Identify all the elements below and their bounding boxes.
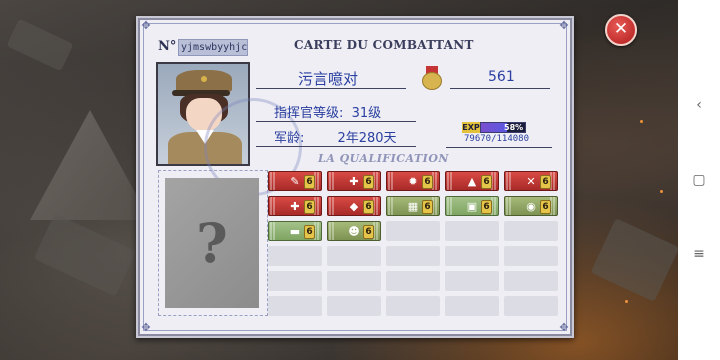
badge-count: 6 — [363, 225, 374, 239]
ember-decoration — [625, 300, 628, 303]
soldier-icon: ☻ — [348, 225, 360, 238]
empty-badge-slot — [504, 221, 558, 241]
corner-ornament-icon: ✥ — [141, 321, 151, 334]
underline — [446, 147, 552, 148]
badge-count: 6 — [422, 175, 433, 189]
menu-icon[interactable]: ≡ — [691, 246, 707, 262]
empty-badge-slot — [386, 296, 440, 316]
close-icon: ✕ — [613, 19, 629, 39]
ember-decoration — [640, 120, 643, 123]
map-icon: ▦ — [407, 200, 419, 213]
empty-badge-slot — [327, 296, 381, 316]
empty-badge-slot — [504, 296, 558, 316]
medal-icon — [422, 66, 442, 90]
exp-numbers: 79670/114080 — [464, 134, 530, 144]
empty-badge-slot — [327, 246, 381, 266]
commander-name: 污言噫对 — [298, 70, 359, 88]
tank-icon: ▬ — [289, 225, 301, 238]
honor-value: 561 — [488, 69, 515, 85]
close-button[interactable]: ✕ — [605, 14, 637, 46]
underline — [256, 121, 416, 122]
qualification-badge[interactable]: ✹ 6 — [386, 171, 440, 191]
badge-count: 6 — [540, 200, 551, 214]
badge-count: 6 — [481, 200, 492, 214]
badge-count: 6 — [363, 200, 374, 214]
ember-decoration — [660, 190, 663, 193]
qualification-badge[interactable]: ✕ 6 — [504, 171, 558, 191]
badge-count: 6 — [363, 175, 374, 189]
badge-count: 6 — [540, 175, 551, 189]
home-icon[interactable]: ▢ — [691, 172, 707, 188]
service-age: 军龄: 2年280天 — [274, 131, 397, 146]
grenade-icon: ✹ — [408, 175, 418, 188]
empty-badge-slot — [445, 221, 499, 241]
exp-percent: 58% — [504, 123, 524, 132]
underline — [450, 88, 550, 89]
corner-ornament-icon: ✥ — [559, 19, 569, 32]
qualification-grid: ✎ 6 ✚ 6 ✹ 6 ▲ 6 ✕ 6 ✚ 6 ◆ 6 ▦ 6 ▣ 6 ◉ 6 ▬ 6 ☻ 6 — [268, 171, 564, 321]
badge-count: 6 — [481, 175, 492, 189]
qualification-badge[interactable]: ✎ 6 — [268, 171, 322, 191]
badge-count: 6 — [304, 175, 315, 189]
empty-badge-slot — [445, 296, 499, 316]
bullet-icon: ▲ — [467, 175, 477, 188]
corner-ornament-icon: ✥ — [141, 19, 151, 32]
back-icon[interactable]: ‹ — [691, 97, 707, 113]
exp-progress-fill — [481, 123, 507, 132]
rock-decoration — [33, 213, 137, 297]
target-icon: ◉ — [526, 200, 536, 213]
rock-decoration — [590, 218, 680, 302]
number-label: N° — [158, 39, 177, 54]
qualification-badge[interactable]: ▦ 6 — [386, 196, 440, 216]
knife-icon: ◆ — [349, 200, 359, 213]
commander-level: 指挥官等级: 31级 — [274, 106, 382, 121]
qualification-badge[interactable]: ✚ 6 — [327, 171, 381, 191]
corner-ornament-icon: ✥ — [559, 321, 569, 334]
android-nav-bar: ‹ ▢ ≡ — [678, 0, 720, 360]
badge-count: 6 — [304, 225, 315, 239]
empty-badge-slot — [327, 271, 381, 291]
question-mark-icon: ? — [196, 211, 228, 275]
empty-badge-slot — [268, 271, 322, 291]
underline — [256, 88, 406, 89]
tent-silhouette — [30, 110, 150, 220]
combatant-card: ✥ ✥ ✥ ✥ N° yjmswbyyhjc CARTE DU COMBATTA… — [136, 16, 574, 338]
underline — [256, 146, 416, 147]
qualification-badge[interactable]: ▣ 6 — [445, 196, 499, 216]
rock-decoration — [6, 18, 74, 72]
qualification-badge[interactable]: ✚ 6 — [268, 196, 322, 216]
empty-badge-slot — [445, 246, 499, 266]
empty-badge-slot — [386, 271, 440, 291]
exp-tag: EXP — [462, 122, 480, 133]
qualification-badge[interactable]: ▬ 6 — [268, 221, 322, 241]
syringe-icon: ✚ — [349, 175, 359, 188]
empty-badge-slot — [386, 221, 440, 241]
bandage-icon: ✚ — [290, 200, 300, 213]
wrench-icon: ✕ — [526, 175, 536, 188]
empty-badge-slot — [504, 246, 558, 266]
empty-badge-slot — [268, 296, 322, 316]
qualification-badge[interactable]: ◆ 6 — [327, 196, 381, 216]
card-title: CARTE DU COMBATTANT — [294, 38, 474, 52]
qualification-title: LA QUALIFICATION — [318, 152, 449, 165]
badge-count: 6 — [304, 200, 315, 214]
qualification-badge[interactable]: ◉ 6 — [504, 196, 558, 216]
supply-box-icon: ▣ — [466, 200, 478, 213]
player-id[interactable]: yjmswbyyhjc — [178, 39, 248, 56]
qualification-badge[interactable]: ☻ 6 — [327, 221, 381, 241]
empty-badge-slot — [386, 246, 440, 266]
qualification-badge[interactable]: ▲ 6 — [445, 171, 499, 191]
pen-icon: ✎ — [290, 175, 300, 188]
badge-count: 6 — [422, 200, 433, 214]
empty-badge-slot — [268, 246, 322, 266]
empty-badge-slot — [504, 271, 558, 291]
empty-badge-slot — [445, 271, 499, 291]
